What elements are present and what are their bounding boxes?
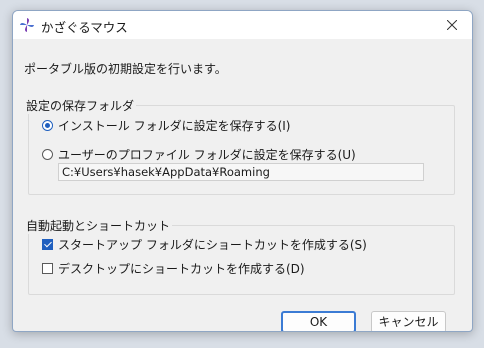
checkbox-label: デスクトップにショートカットを作成する(D) [58,262,305,276]
radio-label: ユーザーのプロファイル フォルダに設定を保存する(U) [58,148,356,162]
checkbox-desktop-shortcut[interactable]: デスクトップにショートカットを作成する(D) [42,260,305,277]
dialog-window: かざぐるマウス ポータブル版の初期設定を行います。 設定の保存フォルダ インスト… [12,10,473,332]
intro-text: ポータブル版の初期設定を行います。 [24,62,227,76]
checkbox[interactable] [42,263,53,274]
pinwheel-icon [20,18,34,32]
radio-label: インストール フォルダに設定を保存する(I) [58,119,291,133]
profile-path-field: C:¥Users¥hasek¥AppData¥Roaming [58,163,424,181]
cancel-button[interactable]: キャンセル [371,311,446,331]
close-icon [447,20,457,30]
window-title: かざぐるマウス [41,20,128,35]
radio-button[interactable] [42,120,53,131]
checkbox-startup-shortcut[interactable]: スタートアップ フォルダにショートカットを作成する(S) [42,236,367,253]
radio-button[interactable] [42,149,53,160]
radio-profile-folder[interactable]: ユーザーのプロファイル フォルダに設定を保存する(U) [42,146,356,163]
shortcut-group-title: 自動起動とショートカット [24,217,173,234]
title-bar[interactable]: かざぐるマウス [13,11,472,39]
close-button[interactable] [432,11,472,39]
checkbox[interactable] [42,239,53,250]
ok-button[interactable]: OK [281,311,356,331]
checkbox-label: スタートアップ フォルダにショートカットを作成する(S) [58,238,367,252]
radio-install-folder[interactable]: インストール フォルダに設定を保存する(I) [42,117,290,134]
storage-group-title: 設定の保存フォルダ [24,97,137,114]
